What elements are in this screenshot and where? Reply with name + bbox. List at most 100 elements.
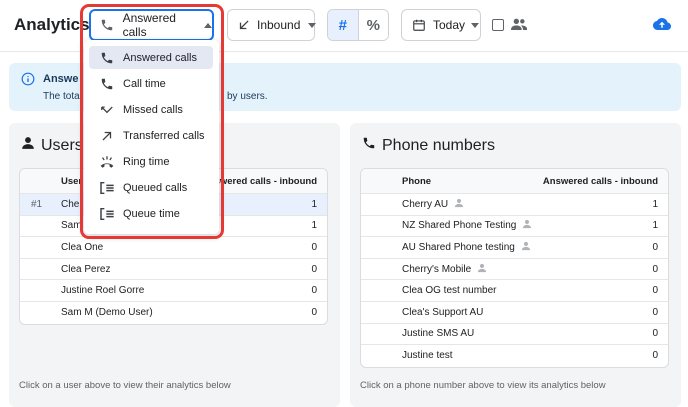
- info-text-end: by users.: [227, 91, 268, 102]
- table-row[interactable]: Cherry's Mobile 0: [361, 259, 668, 281]
- row-phone-name: Justine SMS AU: [402, 328, 475, 340]
- row-phone-name: NZ Shared Phone Testing: [402, 219, 532, 232]
- row-value: 1: [311, 220, 317, 232]
- phone-icon: [100, 17, 115, 33]
- row-user-name: Cher: [61, 198, 83, 210]
- row-user-name: Clea One: [61, 241, 104, 253]
- row-user-name: Sam M (Demo User): [61, 307, 153, 319]
- row-value: 0: [652, 263, 658, 275]
- menu-item-ring-time[interactable]: Ring time: [89, 150, 213, 173]
- table-row[interactable]: AU Shared Phone testing 0: [361, 237, 668, 259]
- caret-down-icon: [308, 22, 317, 28]
- table-row[interactable]: Clea Perez 0: [20, 259, 327, 281]
- info-text-start: The total: [43, 91, 82, 102]
- menu-item-missed-calls[interactable]: Missed calls: [89, 98, 213, 121]
- direction-select[interactable]: Inbound: [227, 9, 317, 41]
- menu-item-label: Queue time: [123, 207, 180, 220]
- row-user-name: Clea Perez: [61, 263, 111, 275]
- menu-item-label: Answered calls: [123, 51, 197, 64]
- queue-icon: [99, 180, 115, 196]
- info-icon: [21, 72, 35, 91]
- menu-item-label: Transferred calls: [123, 129, 205, 142]
- row-value: 0: [652, 241, 658, 253]
- row-value: 0: [311, 285, 317, 297]
- table-row[interactable]: Justine Roel Gorre 0: [20, 280, 327, 302]
- phone-name-text: Cherry's Mobile: [402, 263, 472, 275]
- column-header-phone[interactable]: Phone: [402, 176, 431, 187]
- menu-item-label: Missed calls: [123, 103, 183, 116]
- phone-name-text: Cherry AU: [402, 198, 449, 210]
- arrow-down-left-icon: [237, 17, 251, 33]
- table-row[interactable]: Cherry AU 1: [361, 194, 668, 216]
- column-header-value[interactable]: Answered calls - inbound: [543, 176, 658, 187]
- menu-item-call-time[interactable]: Call time: [89, 72, 213, 95]
- row-value: 0: [311, 263, 317, 275]
- phone-numbers-footer-hint: Click on a phone number above to view it…: [360, 380, 606, 391]
- phone-icon: [99, 76, 115, 92]
- table-row[interactable]: Justine test 0: [361, 345, 668, 367]
- row-value: 0: [311, 307, 317, 319]
- menu-item-queued-calls[interactable]: Queued calls: [89, 176, 213, 199]
- table-row[interactable]: Clea OG test number 0: [361, 280, 668, 302]
- count-percent-toggle: # %: [327, 9, 389, 41]
- queue-icon: [99, 206, 115, 222]
- table-row[interactable]: Clea's Support AU 0: [361, 302, 668, 324]
- person-icon: [21, 136, 35, 155]
- menu-item-answered-calls[interactable]: Answered calls: [89, 46, 213, 69]
- page-title: Analytics: [14, 15, 90, 34]
- row-phone-name: Clea's Support AU: [402, 306, 484, 318]
- menu-item-transferred-calls[interactable]: Transferred calls: [89, 124, 213, 147]
- table-row[interactable]: Sam M (Demo User) 0: [20, 302, 327, 324]
- info-text: The total by users.: [43, 91, 268, 102]
- phone-name-text: NZ Shared Phone Testing: [402, 220, 517, 232]
- row-phone-name: Clea OG test number: [402, 285, 497, 297]
- ringing-phone-icon: [99, 154, 115, 170]
- phone-name-text: AU Shared Phone testing: [402, 241, 515, 253]
- people-icon: [511, 17, 527, 36]
- metric-select-label: Answered calls: [122, 11, 176, 39]
- table-row[interactable]: Justine SMS AU 0: [361, 324, 668, 346]
- direction-select-label: Inbound: [257, 18, 301, 32]
- menu-item-queue-time[interactable]: Queue time: [89, 202, 213, 225]
- row-value: 1: [652, 220, 658, 232]
- row-phone-name: Cherry's Mobile: [402, 263, 487, 276]
- person-icon: [521, 241, 531, 254]
- percent-toggle-button[interactable]: %: [358, 10, 388, 40]
- group-checkbox[interactable]: [492, 19, 504, 31]
- row-value: 0: [311, 241, 317, 253]
- row-value: 0: [652, 306, 658, 318]
- phone-numbers-panel-title: Phone numbers: [362, 136, 495, 155]
- date-select-label: Today: [433, 18, 466, 32]
- row-value: 1: [311, 198, 317, 210]
- row-rank: #1: [31, 198, 43, 210]
- menu-item-label: Call time: [123, 77, 166, 90]
- table-row[interactable]: NZ Shared Phone Testing 1: [361, 216, 668, 238]
- column-header-user[interactable]: User: [61, 176, 82, 187]
- column-header-value[interactable]: Answered calls - inbound: [202, 176, 317, 187]
- cloud-upload-icon[interactable]: [653, 16, 671, 37]
- count-toggle-button[interactable]: #: [328, 10, 359, 40]
- row-phone-name: AU Shared Phone testing: [402, 241, 531, 254]
- row-phone-name: Justine test: [402, 350, 453, 362]
- person-icon: [522, 219, 532, 232]
- row-value: 1: [652, 198, 658, 210]
- person-icon: [454, 198, 464, 211]
- row-user-name: Justine Roel Gorre: [61, 285, 145, 297]
- table-row[interactable]: Clea One 0: [20, 237, 327, 259]
- menu-item-label: Queued calls: [123, 181, 188, 194]
- users-footer-hint: Click on a user above to view their anal…: [19, 380, 231, 391]
- row-phone-name: Cherry AU: [402, 198, 464, 211]
- date-select[interactable]: Today: [401, 9, 481, 41]
- table-header: Phone Answered calls - inbound: [361, 169, 668, 194]
- users-title-text: Users: [41, 136, 83, 154]
- caret-up-icon: [204, 22, 212, 28]
- row-value: 0: [652, 285, 658, 297]
- phone-icon: [362, 136, 376, 155]
- info-title: Answe: [43, 73, 79, 85]
- missed-call-icon: [99, 102, 115, 118]
- metric-select[interactable]: Answered calls: [89, 9, 214, 41]
- caret-down-icon: [471, 22, 480, 28]
- row-value: 0: [652, 328, 658, 340]
- calendar-icon: [411, 17, 427, 33]
- metric-dropdown-menu: Answered calls Call time Missed calls Tr…: [84, 40, 219, 234]
